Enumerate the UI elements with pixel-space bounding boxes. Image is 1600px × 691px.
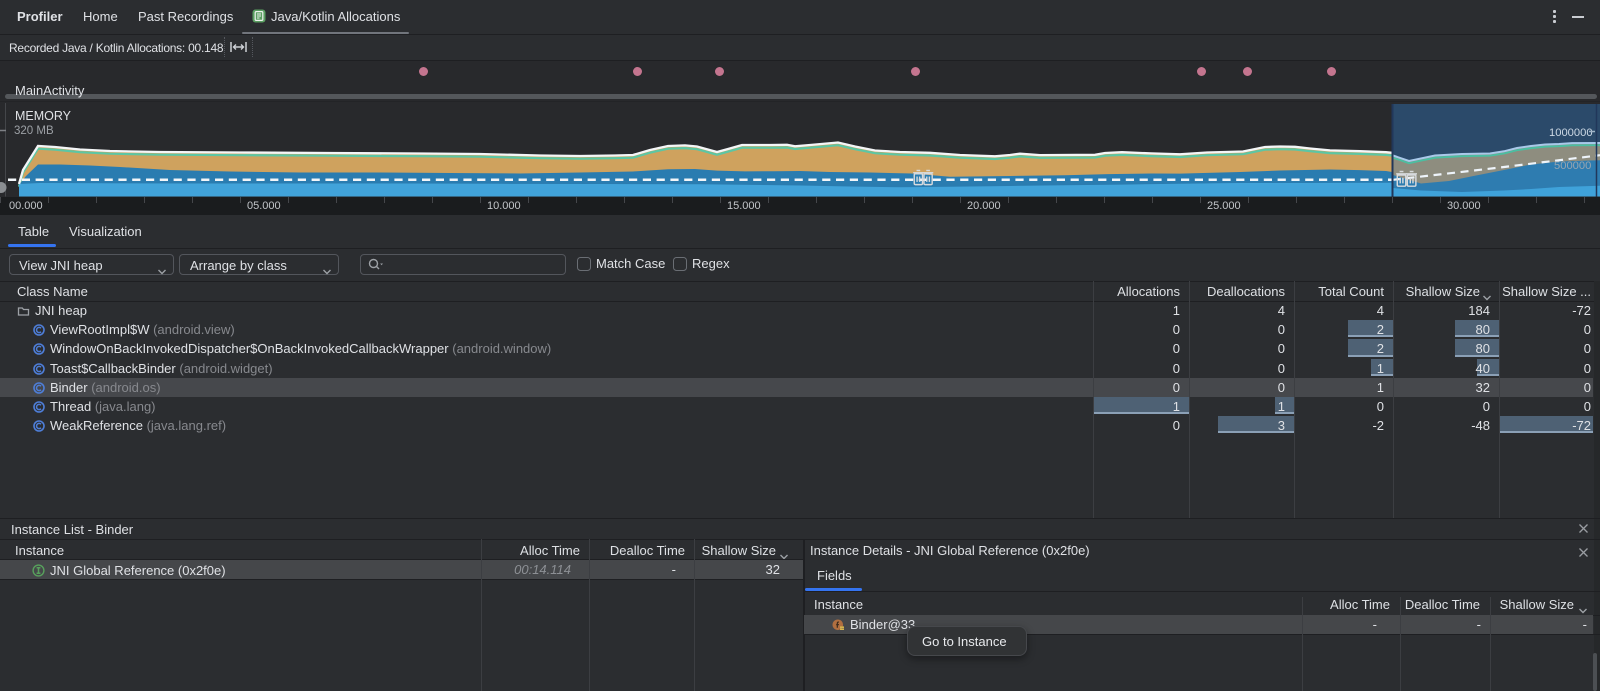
svg-text:500000: 500000 — [1554, 160, 1591, 172]
svg-text:1000000: 1000000 — [1549, 127, 1593, 139]
